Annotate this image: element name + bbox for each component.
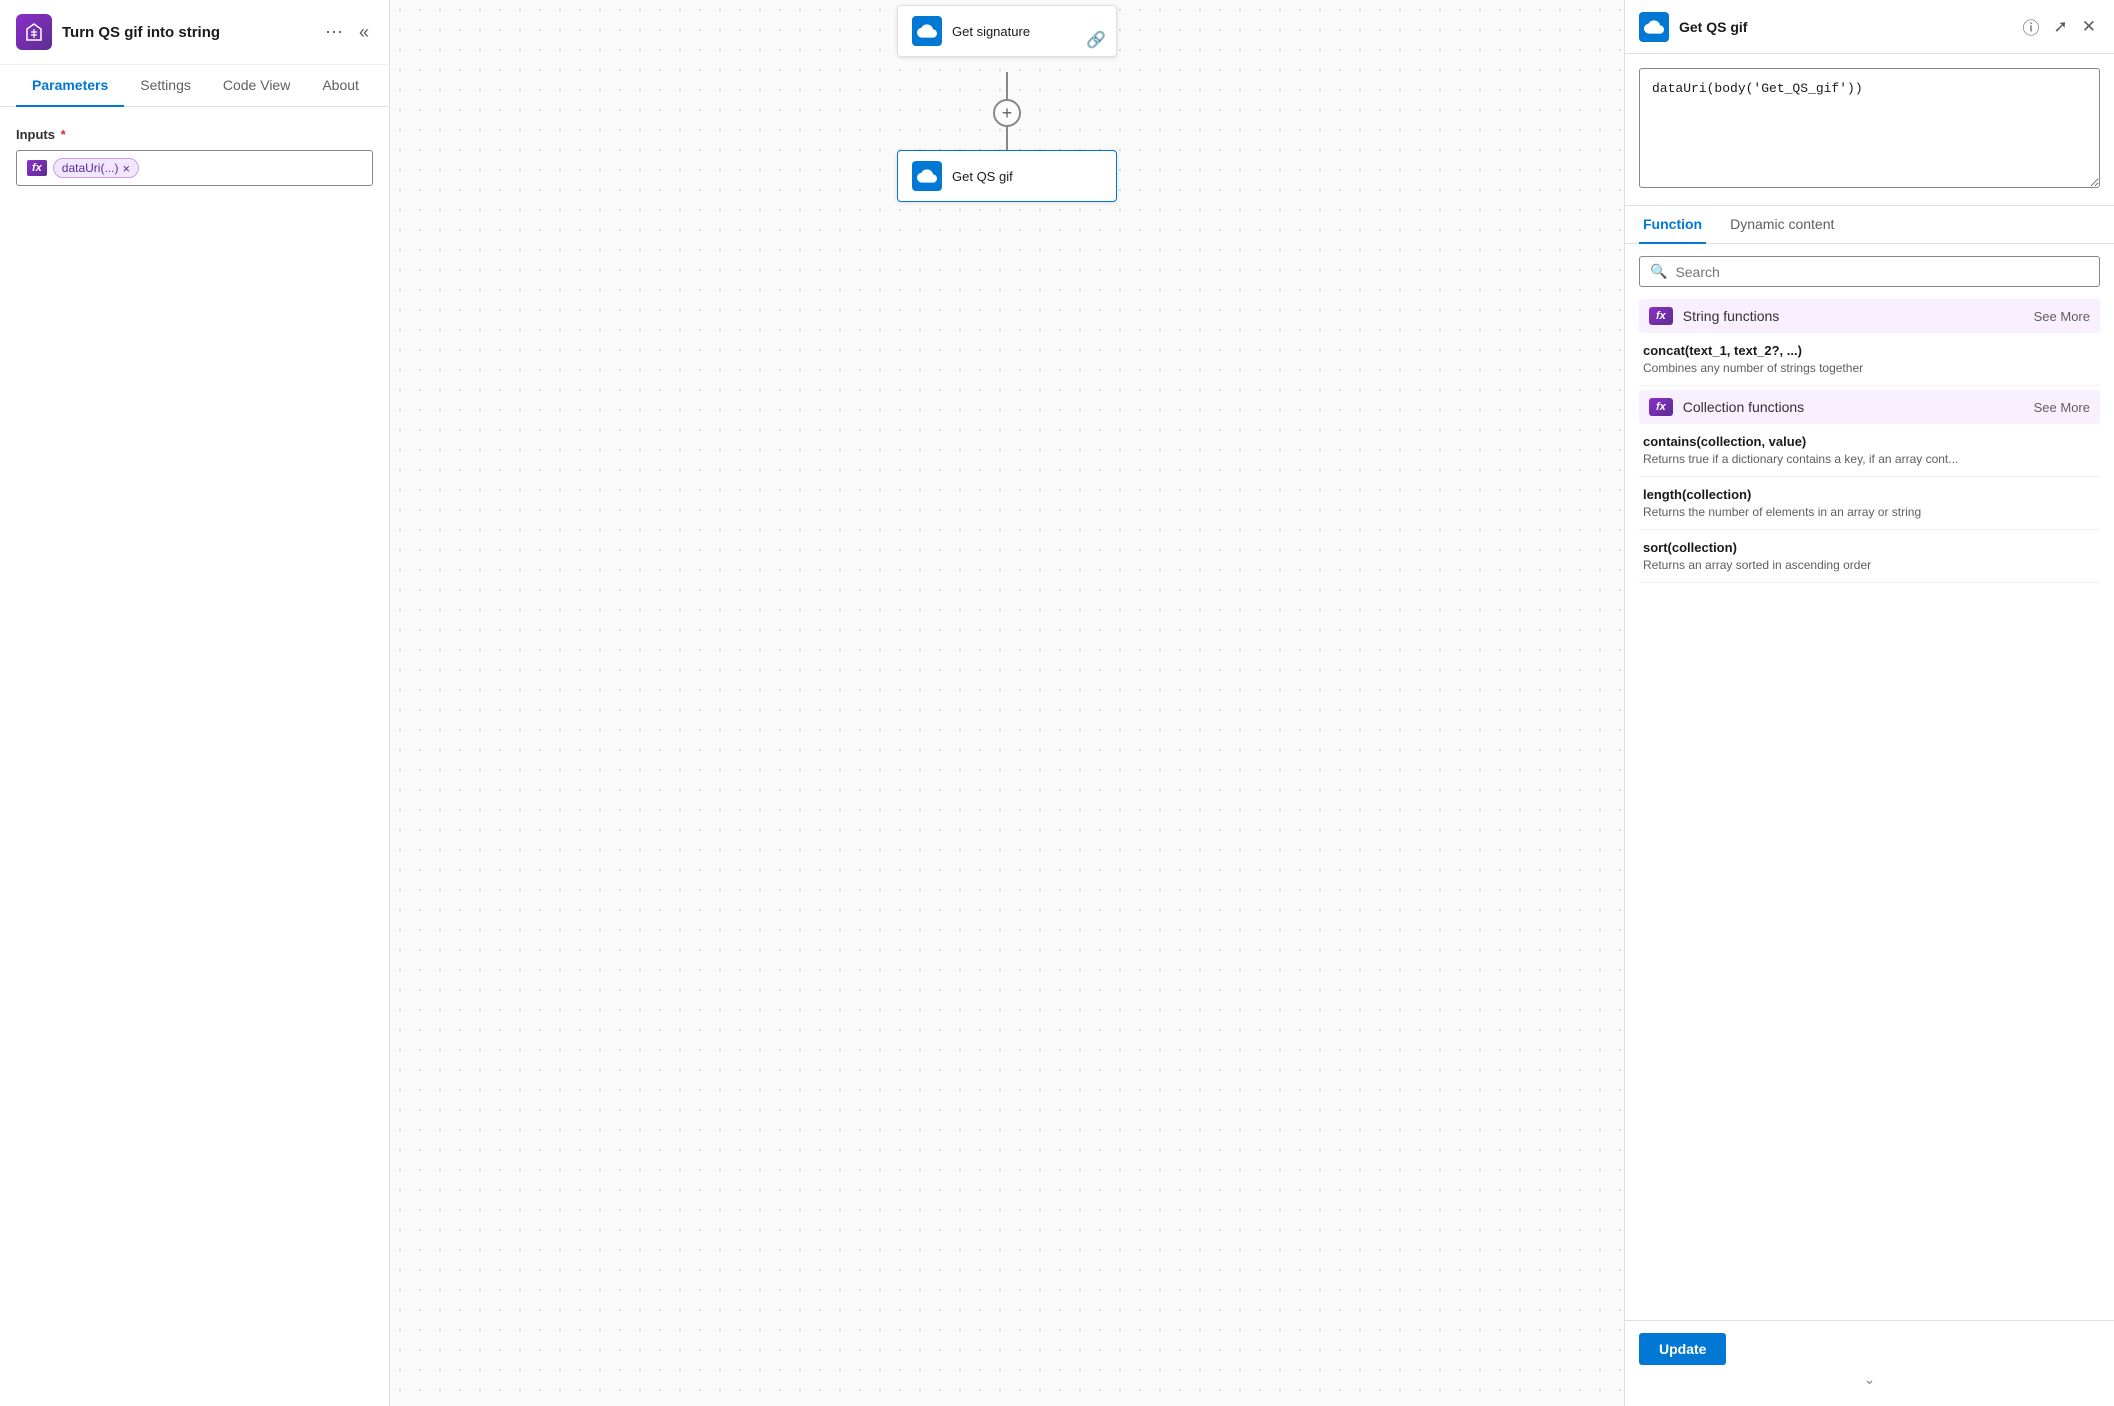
app-icon <box>16 14 52 50</box>
node-icon-get-signature <box>912 16 942 46</box>
formula-textarea[interactable] <box>1639 68 2100 188</box>
right-panel: Get QS gif ⓘ ➚ ✕ Function Dynamic conten… <box>1624 0 2114 1406</box>
more-options-icon: ⋯ <box>325 22 343 43</box>
required-indicator: * <box>57 127 66 142</box>
chevron-down-icon: ⌄ <box>1864 1371 1876 1388</box>
link-icon: 🔗 <box>1086 30 1106 50</box>
right-panel-header-actions: ⓘ ➚ ✕ <box>2019 10 2101 43</box>
category-collection-functions: fx Collection functions See More <box>1639 390 2100 424</box>
workflow-node-get-signature[interactable]: Get signature 🔗 <box>897 5 1117 57</box>
function-item-concat[interactable]: concat(text_1, text_2?, ...) Combines an… <box>1639 333 2100 386</box>
connector-1 <box>1006 72 1008 102</box>
string-functions-fx-icon: fx <box>1649 307 1673 325</box>
category-string-functions: fx String functions See More <box>1639 299 2100 333</box>
node-title-get-qs-gif: Get QS gif <box>952 169 1013 184</box>
chevron-left-icon: « <box>359 22 369 43</box>
tab-bar: Parameters Settings Code View About <box>0 65 389 107</box>
sort-description: Returns an array sorted in ascending ord… <box>1643 558 2096 572</box>
tab-about[interactable]: About <box>306 65 375 107</box>
close-button[interactable]: ✕ <box>2078 13 2100 41</box>
left-panel: Turn QS gif into string ⋯ « Parameters S… <box>0 0 390 1406</box>
tab-codeview[interactable]: Code View <box>207 65 306 107</box>
add-step-button[interactable]: + <box>993 99 1021 127</box>
update-button[interactable]: Update <box>1639 1333 1726 1365</box>
more-options-button[interactable]: ⋯ <box>321 18 347 47</box>
collection-functions-label: Collection functions <box>1683 399 2024 415</box>
panel-title: Turn QS gif into string <box>62 24 311 41</box>
function-item-sort[interactable]: sort(collection) Returns an array sorted… <box>1639 530 2100 583</box>
connector-2 <box>1006 127 1008 151</box>
fx-badge: fx <box>27 160 47 176</box>
search-input[interactable] <box>1675 264 2089 280</box>
panel-header: Turn QS gif into string ⋯ « <box>0 0 389 65</box>
collapse-button[interactable]: « <box>355 18 373 47</box>
string-functions-see-more[interactable]: See More <box>2034 309 2090 324</box>
right-panel-title: Get QS gif <box>1679 19 2009 35</box>
formula-container <box>1625 54 2114 206</box>
token-label: dataUri(...) <box>62 161 119 175</box>
plus-icon: + <box>1002 103 1013 124</box>
workflow-canvas: Get signature 🔗 + Get QS gif <box>390 0 1624 1406</box>
function-tab-bar: Function Dynamic content <box>1625 206 2114 244</box>
contains-signature: contains(collection, value) <box>1643 434 2096 449</box>
function-tab-function[interactable]: Function <box>1639 206 1706 244</box>
search-container: 🔍 <box>1625 244 2114 299</box>
inputs-field[interactable]: fx dataUri(...) × <box>16 150 373 186</box>
update-area: Update ⌄ <box>1625 1320 2114 1406</box>
header-actions: ⋯ « <box>321 18 373 47</box>
functions-list: fx String functions See More concat(text… <box>1625 299 2114 1320</box>
content-area: Inputs * fx dataUri(...) × <box>0 107 389 1406</box>
workflow-node-get-qs-gif[interactable]: Get QS gif <box>897 150 1117 202</box>
sort-signature: sort(collection) <box>1643 540 2096 555</box>
info-icon: ⓘ <box>2023 14 2040 39</box>
concat-signature: concat(text_1, text_2?, ...) <box>1643 343 2096 358</box>
node-icon-get-qs-gif <box>912 161 942 191</box>
search-box: 🔍 <box>1639 256 2100 287</box>
right-panel-header: Get QS gif ⓘ ➚ ✕ <box>1625 0 2114 54</box>
string-functions-label: String functions <box>1683 308 2024 324</box>
tab-parameters[interactable]: Parameters <box>16 65 124 107</box>
search-icon: 🔍 <box>1650 263 1667 280</box>
function-item-contains[interactable]: contains(collection, value) Returns true… <box>1639 424 2100 477</box>
length-description: Returns the number of elements in an arr… <box>1643 505 2096 519</box>
function-item-length[interactable]: length(collection) Returns the number of… <box>1639 477 2100 530</box>
input-token[interactable]: dataUri(...) × <box>53 158 139 178</box>
function-tab-dynamic[interactable]: Dynamic content <box>1726 206 1838 244</box>
contains-description: Returns true if a dictionary contains a … <box>1643 452 2096 466</box>
inputs-label: Inputs * <box>16 127 373 142</box>
concat-description: Combines any number of strings together <box>1643 361 2096 375</box>
close-icon: ✕ <box>2082 17 2096 37</box>
length-signature: length(collection) <box>1643 487 2096 502</box>
info-button[interactable]: ⓘ <box>2019 10 2044 43</box>
bottom-chevron: ⌄ <box>1639 1365 2100 1394</box>
right-panel-node-icon <box>1639 12 1669 42</box>
expand-button[interactable]: ➚ <box>2050 13 2072 41</box>
collection-functions-see-more[interactable]: See More <box>2034 400 2090 415</box>
collection-functions-fx-icon: fx <box>1649 398 1673 416</box>
tab-settings[interactable]: Settings <box>124 65 207 107</box>
expand-icon: ➚ <box>2054 17 2068 37</box>
node-title-get-signature: Get signature <box>952 24 1030 39</box>
token-close-icon[interactable]: × <box>122 162 130 175</box>
